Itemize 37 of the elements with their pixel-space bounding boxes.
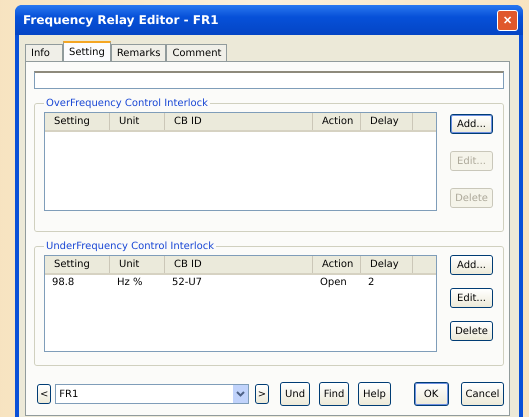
tab[interactable]: Info [25, 44, 63, 61]
tab[interactable]: Setting [63, 41, 111, 61]
column-header[interactable]: Setting [45, 113, 110, 130]
footer-button[interactable]: Und [280, 382, 310, 406]
column-header[interactable]: CB ID [165, 256, 313, 273]
column-header[interactable]: Setting [45, 256, 110, 273]
footer-button[interactable]: Help [358, 382, 391, 406]
action-button[interactable]: Delete [450, 321, 493, 341]
cancel-button[interactable]: Cancel [460, 382, 504, 406]
table-cell-text: 98.8 [51, 276, 76, 290]
tab[interactable]: Remarks [110, 44, 166, 61]
ok-button[interactable]: OK [414, 382, 449, 406]
tab[interactable]: Comment [166, 44, 228, 61]
action-button[interactable]: Add... [450, 114, 493, 134]
table-cell-text: 2 [367, 276, 376, 290]
input-field[interactable] [34, 71, 504, 89]
action-button[interactable]: Edit... [450, 288, 493, 308]
group-title: OverFrequency Control Interlock [45, 98, 209, 109]
column-header[interactable]: Action [313, 256, 361, 273]
group-title: UnderFrequency Control Interlock [45, 241, 216, 252]
column-header[interactable]: CB ID [165, 113, 313, 130]
column-header[interactable]: Delay [361, 113, 413, 130]
column-header[interactable]: Unit [110, 256, 165, 273]
table-cell-text: Open [319, 276, 348, 290]
table-cell-text: Hz % [116, 276, 144, 290]
close-button[interactable]: ✕ [497, 10, 518, 30]
dropdown-icon[interactable] [232, 385, 248, 403]
window-title: Frequency Relay Editor - FR1 [23, 13, 219, 27]
column-header[interactable]: Unit [110, 113, 165, 130]
column-header[interactable]: Action [313, 113, 361, 130]
action-button[interactable]: Add... [450, 255, 493, 275]
previous-button[interactable]: < [37, 384, 52, 404]
next-button[interactable]: > [254, 384, 270, 404]
column-header[interactable]: Delay [361, 256, 413, 273]
table-cell-text: 52-U7 [171, 276, 204, 290]
record-combo-box[interactable]: FR1 [55, 384, 249, 404]
footer-button[interactable]: Find [318, 382, 350, 406]
